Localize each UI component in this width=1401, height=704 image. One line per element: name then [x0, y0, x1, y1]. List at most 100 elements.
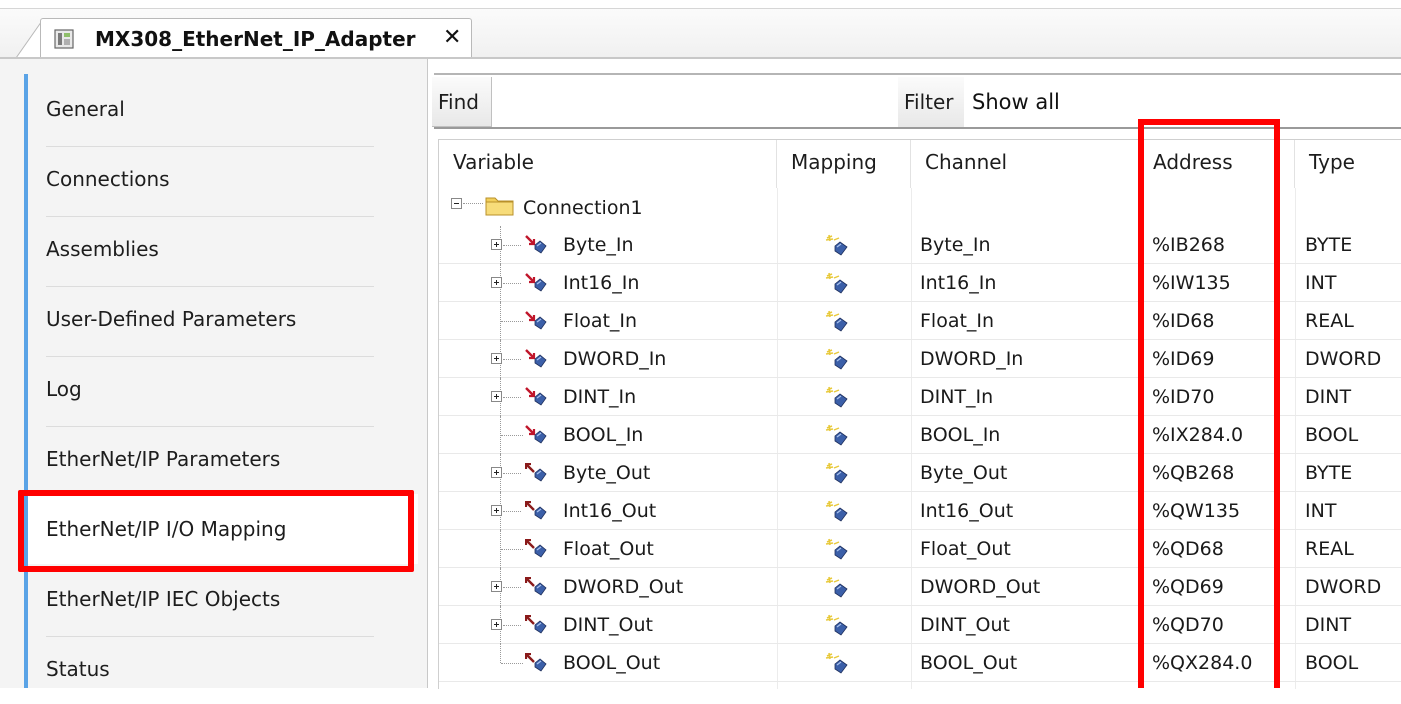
type-cell: BYTE: [1305, 234, 1353, 256]
variable-name-cell[interactable]: DWORD_Out: [563, 568, 683, 606]
expand-toggle[interactable]: [491, 581, 502, 592]
expand-toggle[interactable]: [491, 467, 502, 478]
expand-toggle[interactable]: [491, 619, 502, 630]
column-header-type[interactable]: Type: [1295, 140, 1401, 188]
variable-name-cell[interactable]: Byte_In: [563, 226, 634, 264]
variable-name-cell[interactable]: BOOL_Out: [563, 644, 660, 682]
output-variable-icon: [525, 615, 547, 634]
type-cell: DWORD: [1305, 348, 1382, 370]
channel-cell: DINT_In: [920, 386, 994, 408]
tree-connector: [501, 435, 523, 437]
output-variable-icon: [525, 501, 547, 520]
channel-cell: BOOL_Out: [920, 652, 1018, 674]
channel-cell: Byte_In: [920, 234, 991, 256]
output-variable-icon: [525, 577, 547, 596]
variable-name-cell[interactable]: Int16_In: [563, 264, 639, 302]
tree-connector: [503, 283, 521, 285]
tree-connector: [503, 359, 521, 361]
document-tab-title: MX308_EtherNet_IP_Adapter: [95, 27, 416, 51]
variable-name-cell[interactable]: BOOL_In: [563, 416, 643, 454]
type-cell: DINT: [1305, 386, 1352, 408]
mapping-icon[interactable]: [825, 614, 849, 636]
mapping-icon[interactable]: [825, 272, 849, 294]
nav-item-ethernet-ip-parameters[interactable]: EtherNet/IP Parameters: [28, 424, 418, 494]
document-tab-strip: MX308_EtherNet_IP_Adapter ✕: [0, 0, 1401, 59]
find-input[interactable]: [492, 77, 894, 127]
tree-connector: [463, 203, 483, 205]
nav-highlight-box: [18, 490, 414, 572]
mapping-icon[interactable]: [825, 462, 849, 484]
nav-item-assemblies[interactable]: Assemblies: [28, 214, 418, 284]
nav-item-connections[interactable]: Connections: [28, 144, 418, 214]
nav-item-label: EtherNet/IP Parameters: [46, 447, 281, 471]
type-cell: BYTE: [1305, 462, 1353, 484]
mapping-icon[interactable]: [825, 652, 849, 674]
variable-name-cell[interactable]: Byte_Out: [563, 454, 650, 492]
input-variable-icon: [525, 273, 547, 292]
type-cell: DWORD: [1305, 576, 1382, 598]
mapping-icon[interactable]: [825, 310, 849, 332]
tree-connector: [501, 663, 523, 665]
nav-item-user-defined-parameters[interactable]: User-Defined Parameters: [28, 284, 418, 354]
input-variable-icon: [525, 349, 547, 368]
type-cell: BOOL: [1305, 424, 1359, 446]
variable-name-cell[interactable]: DINT_In: [563, 378, 636, 416]
expand-toggle[interactable]: [491, 353, 502, 364]
variable-name-cell[interactable]: Float_Out: [563, 530, 654, 568]
variable-name-cell[interactable]: Int16_Out: [563, 492, 656, 530]
tree-connector: [503, 625, 521, 627]
input-variable-icon: [525, 425, 547, 444]
collapse-toggle[interactable]: [451, 198, 462, 209]
input-variable-icon: [525, 387, 547, 406]
nav-item-log[interactable]: Log: [28, 354, 418, 424]
output-variable-icon: [525, 653, 547, 672]
column-header-mapping[interactable]: Mapping: [777, 140, 911, 188]
mapping-icon[interactable]: [825, 576, 849, 598]
output-variable-icon: [525, 539, 547, 558]
expand-toggle[interactable]: [491, 505, 502, 516]
input-variable-icon: [525, 235, 547, 254]
channel-cell: Byte_Out: [920, 462, 1008, 484]
tree-connector: [503, 397, 521, 399]
expand-toggle[interactable]: [491, 277, 502, 288]
input-variable-icon: [525, 311, 547, 330]
type-cell: INT: [1305, 272, 1337, 294]
mapping-icon[interactable]: [825, 500, 849, 522]
channel-cell: BOOL_In: [920, 424, 1001, 446]
expand-toggle[interactable]: [491, 239, 502, 250]
tree-connector: [503, 473, 521, 475]
column-header-channel[interactable]: Channel: [911, 140, 1139, 188]
channel-cell: Float_In: [920, 310, 995, 332]
nav-item-label: Connections: [46, 167, 170, 191]
nav-item-general[interactable]: General: [28, 74, 418, 144]
type-cell: BOOL: [1305, 652, 1359, 674]
document-tab[interactable]: MX308_EtherNet_IP_Adapter ✕: [40, 18, 472, 58]
variable-name-cell[interactable]: DWORD_In: [563, 340, 666, 378]
variable-name-cell[interactable]: DINT_Out: [563, 606, 653, 644]
mapping-icon[interactable]: [825, 386, 849, 408]
nav-item-ethernet-ip-iec-objects[interactable]: EtherNet/IP IEC Objects: [28, 564, 418, 634]
type-cell: INT: [1305, 500, 1337, 522]
nav-item-label: EtherNet/IP IEC Objects: [46, 587, 281, 611]
column-header-variable[interactable]: Variable: [439, 140, 777, 188]
type-cell: REAL: [1305, 310, 1354, 332]
nav-item-status[interactable]: Status: [28, 634, 418, 704]
mapping-icon[interactable]: [825, 538, 849, 560]
mapping-icon[interactable]: [825, 234, 849, 256]
filter-dropdown[interactable]: Show all: [972, 90, 1060, 114]
tree-connector: [501, 549, 523, 551]
nav-item-label: General: [46, 97, 125, 121]
expand-toggle[interactable]: [491, 391, 502, 402]
find-button[interactable]: Find: [432, 77, 492, 127]
channel-cell: DWORD_In: [920, 348, 1024, 370]
variable-name-cell[interactable]: Float_In: [563, 302, 637, 340]
mapping-icon[interactable]: [825, 348, 849, 370]
nav-item-label: User-Defined Parameters: [46, 307, 297, 331]
mapping-icon[interactable]: [825, 424, 849, 446]
output-variable-icon: [525, 463, 547, 482]
close-icon[interactable]: ✕: [443, 26, 461, 50]
nav-item-label: Log: [46, 377, 82, 401]
filter-button[interactable]: Filter: [898, 77, 964, 127]
tree-connector: [503, 511, 521, 513]
type-cell: REAL: [1305, 538, 1354, 560]
